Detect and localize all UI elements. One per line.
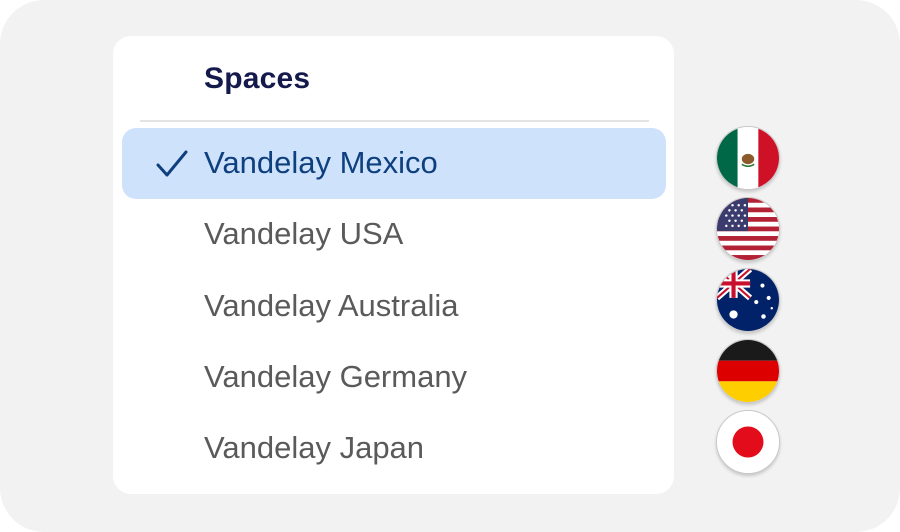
- menu-item-vandelay-australia[interactable]: Vandelay Australia: [122, 271, 666, 342]
- menu-item-vandelay-usa[interactable]: Vandelay USA: [122, 199, 666, 270]
- australia-flag-icon: [716, 268, 780, 332]
- menu-item-vandelay-mexico[interactable]: Vandelay Mexico: [122, 128, 666, 199]
- menu-item-label: Vandelay Australia: [204, 288, 459, 323]
- germany-flag-icon: [716, 339, 780, 403]
- menu-item-label: Vandelay Mexico: [204, 145, 438, 180]
- menu-item-label: Vandelay USA: [204, 216, 404, 251]
- menu-item-vandelay-japan[interactable]: Vandelay Japan: [122, 413, 666, 484]
- menu-item-label: Vandelay Germany: [204, 359, 468, 394]
- usa-flag-icon: [716, 197, 780, 261]
- menu-divider: [140, 120, 649, 122]
- mexico-flag-icon: [716, 126, 780, 190]
- spaces-dropdown-menu: Spaces Vandelay Mexico Vandelay USA Vand…: [113, 36, 674, 494]
- background-panel: Spaces Vandelay Mexico Vandelay USA Vand…: [0, 0, 900, 532]
- japan-flag-icon: [716, 410, 780, 474]
- checkmark-icon: [156, 150, 188, 177]
- menu-title: Spaces: [204, 62, 311, 95]
- menu-item-vandelay-germany[interactable]: Vandelay Germany: [122, 342, 666, 413]
- menu-item-label: Vandelay Japan: [204, 430, 425, 465]
